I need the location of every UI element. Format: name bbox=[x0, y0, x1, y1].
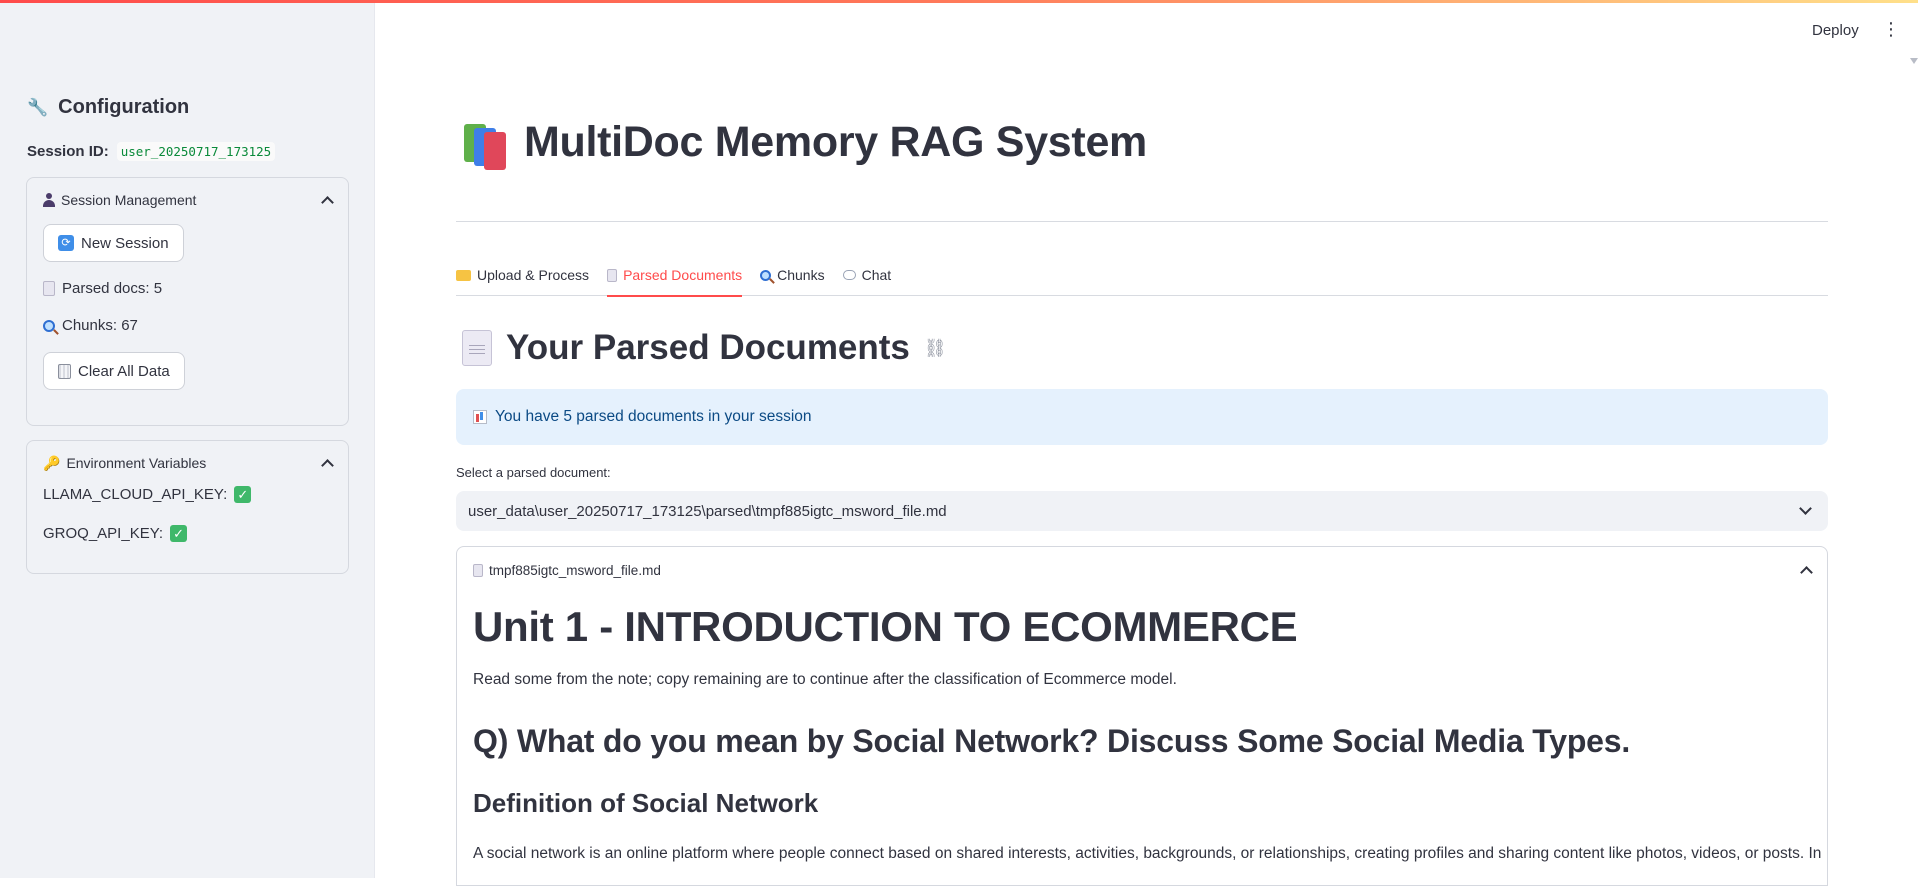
refresh-icon: ⟳ bbox=[58, 235, 74, 251]
page-title-text: MultiDoc Memory RAG System bbox=[524, 118, 1147, 166]
section-title: Your Parsed Documents ⛓ bbox=[462, 328, 947, 368]
doc-heading-2: Q) What do you mean by Social Network? D… bbox=[473, 723, 1631, 759]
check-mark-icon: ✓ bbox=[234, 486, 252, 503]
books-icon bbox=[462, 120, 508, 170]
scroll-caret-icon[interactable] bbox=[1910, 58, 1918, 64]
section-title-text: Your Parsed Documents bbox=[506, 328, 910, 367]
folder-icon bbox=[456, 269, 471, 281]
doc-paragraph: A social network is an online platform w… bbox=[473, 845, 1822, 862]
document-expander: tmpf885igtc_msword_file.md Unit 1 - INTR… bbox=[456, 546, 1828, 886]
document-expander-title: tmpf885igtc_msword_file.md bbox=[489, 562, 661, 578]
session-id-label: Session ID: bbox=[27, 143, 109, 160]
document-icon bbox=[43, 281, 55, 296]
session-management-header[interactable]: Session Management bbox=[27, 178, 348, 222]
divider bbox=[456, 221, 1828, 222]
document-icon bbox=[473, 563, 483, 577]
clear-all-data-button[interactable]: Clear All Data bbox=[43, 352, 185, 390]
main-menu-icon[interactable]: ⋮ bbox=[1882, 20, 1900, 38]
tab-label: Parsed Documents bbox=[623, 267, 743, 283]
session-id-value: user_20250717_173125 bbox=[116, 142, 276, 161]
session-management-expander: Session Management ⟳ New Session Parsed … bbox=[26, 177, 349, 426]
sidebar: 🔧 Configuration Session ID: user_2025071… bbox=[0, 3, 375, 878]
tab-chat[interactable]: Chat bbox=[842, 256, 892, 296]
chevron-down-icon[interactable] bbox=[1799, 502, 1812, 515]
check-mark-icon: ✓ bbox=[170, 525, 188, 542]
info-alert: You have 5 parsed documents in your sess… bbox=[456, 389, 1828, 445]
chevron-up-icon[interactable] bbox=[1800, 566, 1813, 579]
document-content: Unit 1 - INTRODUCTION TO ECOMMERCE Read … bbox=[457, 603, 1827, 863]
clear-all-data-label: Clear All Data bbox=[78, 362, 170, 380]
user-icon bbox=[43, 193, 55, 207]
parsed-docs-stat: Parsed docs: 5 bbox=[43, 280, 332, 297]
environment-variables-title: Environment Variables bbox=[66, 455, 207, 471]
environment-variables-header[interactable]: 🔑 Environment Variables bbox=[27, 441, 348, 485]
tab-label: Chat bbox=[861, 267, 892, 283]
parsed-document-select[interactable]: user_data\user_20250717_173125\parsed\tm… bbox=[456, 491, 1828, 531]
tab-chunks[interactable]: Chunks bbox=[760, 256, 825, 296]
doc-heading-1: Unit 1 - INTRODUCTION TO ECOMMERCE bbox=[473, 603, 1298, 650]
env-var-groq: GROQ_API_KEY: ✓ bbox=[43, 525, 332, 542]
wrench-icon: 🔧 bbox=[27, 97, 49, 117]
doc-paragraph: Read some from the note; copy remaining … bbox=[473, 671, 1177, 688]
chevron-up-icon[interactable] bbox=[321, 196, 334, 209]
page-title: MultiDoc Memory RAG System bbox=[462, 118, 1147, 170]
deploy-button[interactable]: Deploy bbox=[1812, 22, 1859, 39]
select-label: Select a parsed document: bbox=[456, 465, 611, 480]
session-id: Session ID: user_20250717_173125 bbox=[27, 142, 276, 161]
env-var-llama: LLAMA_CLOUD_API_KEY: ✓ bbox=[43, 486, 332, 503]
env-var-label: GROQ_API_KEY: bbox=[43, 525, 164, 542]
new-session-label: New Session bbox=[81, 234, 169, 252]
select-value: user_data\user_20250717_173125\parsed\tm… bbox=[468, 502, 947, 520]
new-session-button[interactable]: ⟳ New Session bbox=[43, 224, 184, 262]
document-icon bbox=[607, 268, 618, 282]
key-icon: 🔑 bbox=[43, 454, 61, 471]
environment-variables-expander: 🔑 Environment Variables LLAMA_CLOUD_API_… bbox=[26, 440, 349, 574]
link-icon[interactable]: ⛓ bbox=[924, 338, 947, 359]
chunks-text: Chunks: 67 bbox=[62, 317, 138, 334]
tab-upload-process[interactable]: Upload & Process bbox=[456, 256, 589, 296]
speech-bubble-icon bbox=[842, 270, 856, 280]
bar-chart-icon bbox=[473, 410, 487, 424]
tab-bar: Upload & Process Parsed Documents Chunks… bbox=[456, 256, 1828, 297]
tab-parsed-documents[interactable]: Parsed Documents bbox=[607, 256, 743, 297]
parsed-docs-text: Parsed docs: 5 bbox=[62, 280, 163, 297]
doc-heading-3: Definition of Social Network bbox=[473, 788, 819, 818]
tab-label: Upload & Process bbox=[477, 267, 590, 283]
wastebasket-icon bbox=[58, 363, 71, 379]
env-var-label: LLAMA_CLOUD_API_KEY: bbox=[43, 486, 228, 503]
tab-label: Chunks bbox=[777, 267, 825, 283]
magnifier-icon bbox=[760, 269, 772, 281]
chevron-up-icon[interactable] bbox=[321, 459, 334, 472]
magnifier-icon bbox=[43, 319, 55, 332]
document-icon bbox=[462, 330, 492, 366]
chunks-stat: Chunks: 67 bbox=[43, 317, 332, 334]
document-expander-header[interactable]: tmpf885igtc_msword_file.md bbox=[457, 547, 1827, 593]
info-alert-text: You have 5 parsed documents in your sess… bbox=[495, 408, 812, 425]
sidebar-title: 🔧 Configuration bbox=[27, 96, 189, 119]
sidebar-title-label: Configuration bbox=[58, 96, 190, 118]
session-management-title: Session Management bbox=[61, 192, 197, 208]
